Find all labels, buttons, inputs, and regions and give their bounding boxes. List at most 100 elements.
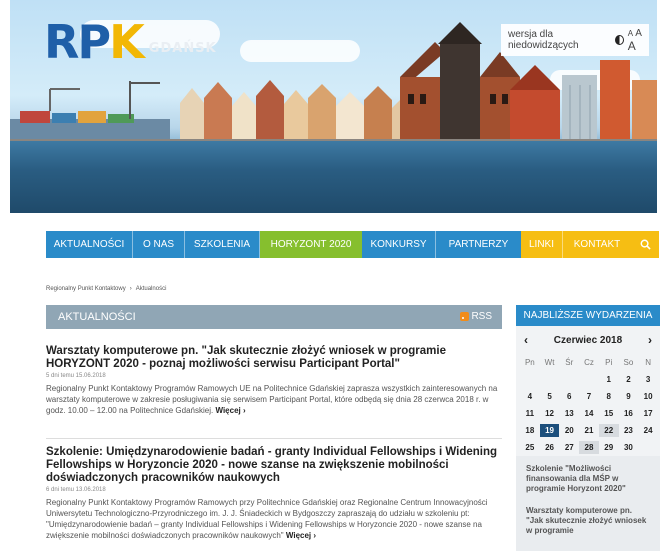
hero-banner: RPK GDAŃSK wersja dla niedowidzących A A… [10,0,657,213]
chevron-right-icon[interactable]: › [648,333,652,347]
accessibility-bar: wersja dla niedowidzących A A A [501,24,649,56]
rss-label: RSS [471,311,492,322]
news-article: Szkolenie: Umiędzynarodowienie badań - g… [46,446,502,541]
old-town-houses [180,80,410,143]
calendar-empty-cell [540,373,560,386]
calendar-day[interactable]: 27 [559,441,579,454]
calendar-day[interactable]: 21 [579,424,599,437]
news-section-title: AKTUALNOŚCI [58,311,136,323]
read-more-link[interactable]: Więcej › [215,406,245,415]
calendar-day-of-week: Pn [524,358,535,367]
search-button[interactable] [631,231,659,258]
breadcrumb: Regionalny Punkt Kontaktowy › Aktualnośc… [46,286,166,292]
calendar-day[interactable]: 8 [599,390,619,403]
calendar-empty-cell [579,373,599,386]
event-item[interactable]: Warsztaty komputerowe pn. "Jak skuteczni… [526,506,650,536]
calendar-day-of-week: Wt [544,358,555,367]
calendar-day[interactable]: 7 [579,390,599,403]
events-list: Szkolenie "Możliwości finansowania dla M… [516,456,660,551]
calendar-day[interactable]: 26 [540,441,560,454]
nav-item-aktualnosci[interactable]: AKTUALNOŚCI [46,231,133,258]
calendar-day[interactable]: 24 [638,424,658,437]
calendar-day[interactable]: 25 [520,441,540,454]
calendar-day[interactable]: 16 [619,407,639,420]
calendar-day[interactable]: 20 [559,424,579,437]
low-vision-link[interactable]: wersja dla niedowidzących [508,29,611,51]
calendar-day[interactable]: 13 [559,407,579,420]
nav-item-konkursy[interactable]: KONKURSY [362,231,436,258]
calendar-empty-cell [559,373,579,386]
calendar-day[interactable]: 3 [638,373,658,386]
news-article: Warsztaty komputerowe pn. "Jak skuteczni… [46,345,502,416]
article-excerpt-text: Regionalny Punkt Kontaktowy Programów Ra… [46,498,488,540]
calendar-day[interactable]: 14 [579,407,599,420]
nav-item-linki[interactable]: LINKI [521,231,563,258]
article-divider [46,438,502,439]
news-section-header: AKTUALNOŚCI RSS [46,305,502,329]
nav-item-o-nas[interactable]: O NAS [133,231,185,258]
calendar-day[interactable]: 1 [599,373,619,386]
font-size-medium[interactable]: A [635,28,641,39]
main-nav: AKTUALNOŚCI O NAS SZKOLENIA HORYZONT 202… [46,231,659,258]
logo-letter-k: K [109,15,145,69]
contrast-icon[interactable] [614,35,624,45]
article-title[interactable]: Szkolenie: Umiędzynarodowienie badań - g… [46,446,502,485]
calendar-day[interactable]: 9 [619,390,639,403]
article-excerpt: Regionalny Punkt Kontaktowy Programów Ra… [46,383,502,416]
calendar-day[interactable]: 11 [520,407,540,420]
article-date: 6 dni temu 13.06.2018 [46,487,106,493]
breadcrumb-home[interactable]: Regionalny Punkt Kontaktowy [46,286,126,292]
river-water [10,141,657,213]
calendar-day[interactable]: 10 [638,390,658,403]
font-size-switcher: A A A [628,28,649,53]
search-icon [640,239,651,250]
calendar-day-event[interactable]: 28 [579,441,599,454]
calendar-nav: ‹ Czerwiec 2018 › [516,333,660,347]
font-size-large[interactable]: A [628,39,636,53]
calendar-day[interactable]: 2 [619,373,639,386]
calendar-grid: Pn Wt Śr Cz Pi So N 1 2 3 4 5 6 7 8 9 10 11 12 13 14 15 16 17 18… [520,356,658,454]
calendar-day[interactable]: 18 [520,424,540,437]
upcoming-events-header: NAJBLIŻSZE WYDARZENIA [516,305,660,326]
calendar-day[interactable]: 12 [540,407,560,420]
calendar-day[interactable]: 23 [619,424,639,437]
rpk-logo[interactable]: RPK GDAŃSK [44,19,217,65]
calendar-day[interactable]: 6 [559,390,579,403]
chevron-left-icon[interactable]: ‹ [524,333,528,347]
rss-icon [460,312,470,321]
calendar-day[interactable]: 17 [638,407,658,420]
read-more-link[interactable]: Więcej › [286,531,316,540]
calendar-day[interactable]: 15 [599,407,619,420]
logo-city: GDAŃSK [148,41,217,56]
nav-item-partnerzy[interactable]: PARTNERZY [436,231,521,258]
calendar-day-of-week: Cz [584,358,594,367]
calendar-day-event[interactable]: 22 [598,424,619,437]
calendar-empty-cell [638,441,658,454]
article-date: 5 dni temu 15.06.2018 [46,373,106,379]
calendar-month: Czerwiec 2018 [553,334,623,346]
calendar-day-today[interactable]: 19 [539,424,560,437]
calendar-day[interactable]: 30 [619,441,639,454]
article-title[interactable]: Warsztaty komputerowe pn. "Jak skuteczni… [46,345,502,371]
calendar-day[interactable]: 4 [520,390,540,403]
event-item[interactable]: Szkolenie "Możliwości finansowania dla M… [526,464,650,494]
calendar-day-of-week: So [623,358,634,367]
logo-letter-p: P [77,15,111,69]
events-calendar: ‹ Czerwiec 2018 › Pn Wt Śr Cz Pi So N 1 2 3 4 5 6 7 8 9… [516,326,660,456]
cloud [240,40,360,62]
calendar-day-of-week: Śr [565,358,574,367]
article-excerpt: Regionalny Punkt Kontaktowy Programów Ra… [46,497,502,541]
logo-letter-r: R [44,15,79,69]
rss-link[interactable]: RSS [460,311,492,322]
calendar-day[interactable]: 29 [599,441,619,454]
calendar-day-of-week: Pi [605,358,613,367]
nav-item-szkolenia[interactable]: SZKOLENIA [185,231,260,258]
calendar-empty-cell [520,373,540,386]
breadcrumb-current: Aktualności [135,286,167,292]
calendar-day[interactable]: 5 [540,390,560,403]
nav-item-horyzont-2020[interactable]: HORYZONT 2020 [260,231,362,258]
nav-item-kontakt[interactable]: KONTAKT [563,231,631,258]
breadcrumb-separator: › [129,286,132,292]
article-excerpt-text: Regionalny Punkt Kontaktowy Programów Ra… [46,384,498,415]
font-size-small[interactable]: A [628,29,633,38]
